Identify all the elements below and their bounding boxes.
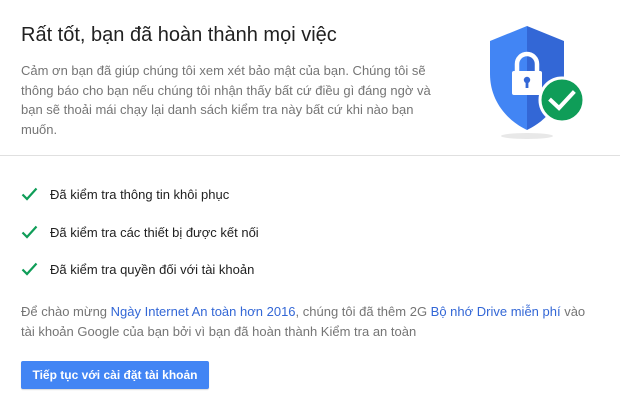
promo-message: Để chào mừng Ngày Internet An toàn hơn 2…: [21, 302, 601, 342]
security-illustration: [482, 22, 592, 142]
completion-header: Rất tốt, bạn đã hoàn thành mọi việc Cảm …: [0, 0, 620, 155]
checkmark-icon: [21, 225, 38, 239]
checklist-item-label: Đã kiểm tra thông tin khôi phục: [50, 186, 230, 202]
checklist-item-label: Đã kiểm tra quyền đối với tài khoản: [50, 261, 255, 277]
page-title: Rất tốt, bạn đã hoàn thành mọi việc: [21, 24, 337, 46]
safer-internet-day-link[interactable]: Ngày Internet An toàn hơn 2016: [111, 304, 296, 319]
continue-to-account-settings-button[interactable]: Tiếp tục với cài đặt tài khoản: [21, 361, 209, 389]
section-divider: [0, 155, 620, 156]
free-drive-storage-link[interactable]: Bộ nhớ Drive miễn phí: [431, 304, 561, 319]
checkmark-icon: [21, 187, 38, 201]
promo-text-before: Để chào mừng: [21, 304, 111, 319]
checkmark-icon: [21, 262, 38, 276]
check-circle-icon: [538, 76, 586, 124]
promo-text-middle: , chúng tôi đã thêm 2G: [295, 304, 431, 319]
intro-text: Cảm ơn bạn đã giúp chúng tôi xem xét bảo…: [21, 63, 431, 137]
checklist-item-recovery-info: Đã kiểm tra thông tin khôi phục: [21, 184, 229, 204]
checklist-item-label: Đã kiểm tra các thiết bị được kết nối: [50, 224, 259, 240]
checklist-item-connected-devices: Đã kiểm tra các thiết bị được kết nối: [21, 222, 259, 242]
checklist-item-account-permissions: Đã kiểm tra quyền đối với tài khoản: [21, 259, 254, 279]
